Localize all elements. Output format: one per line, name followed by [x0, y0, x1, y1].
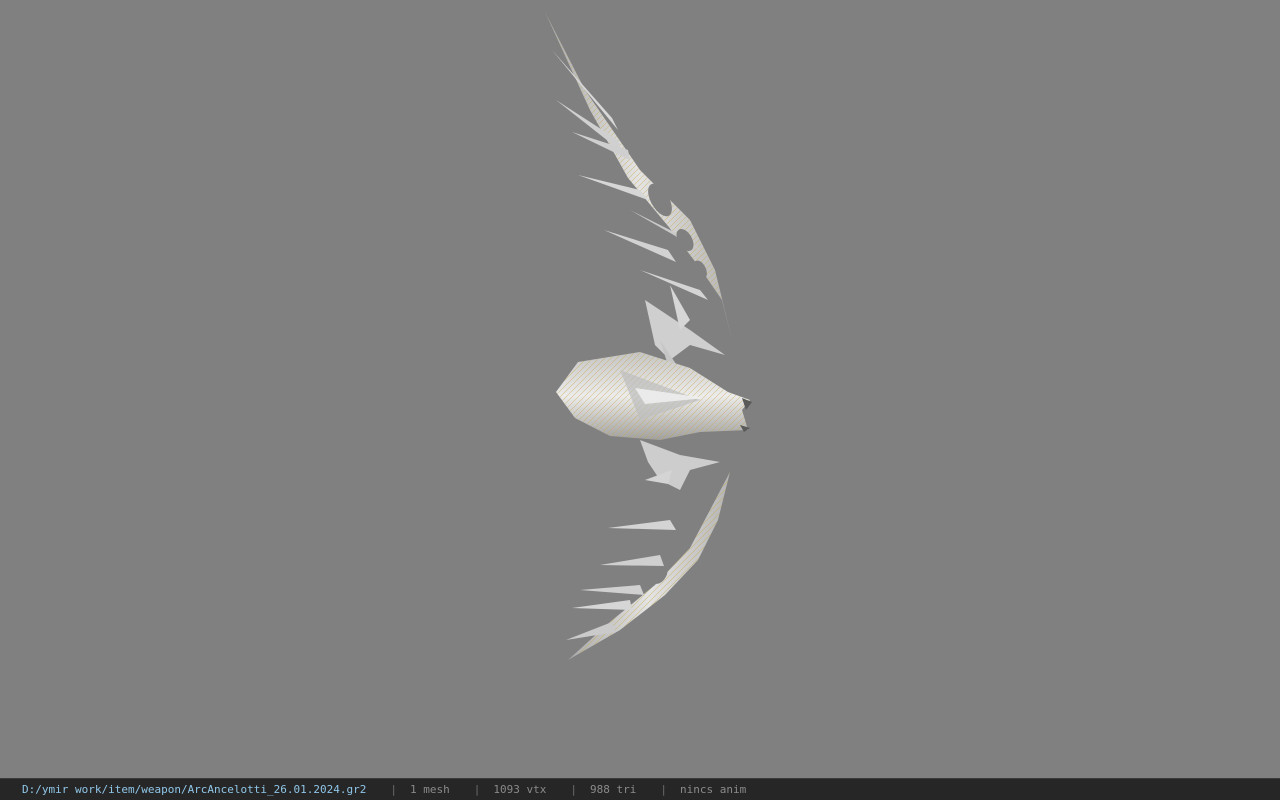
- bow-grip: [556, 352, 752, 440]
- 3d-viewport[interactable]: [0, 0, 1280, 778]
- bow-model-render[interactable]: [0, 0, 1280, 778]
- separator: |: [473, 783, 481, 796]
- lower-connector: [640, 440, 720, 490]
- triangle-count-label: 988 tri: [589, 783, 637, 796]
- vertex-count-label: 1093 vtx: [493, 783, 547, 796]
- animation-status-label: nincs anim: [679, 783, 747, 796]
- upper-limb: [545, 12, 732, 340]
- separator: |: [570, 783, 577, 796]
- status-bar: D:/ymir work/item/weapon/ArcAncelotti_26…: [0, 778, 1280, 800]
- separator: |: [390, 783, 397, 796]
- file-path-label: D:/ymir work/item/weapon/ArcAncelotti_26…: [22, 783, 367, 796]
- mesh-count-label: 1 mesh: [410, 783, 450, 796]
- separator: |: [660, 783, 667, 796]
- lower-limb: [566, 472, 730, 660]
